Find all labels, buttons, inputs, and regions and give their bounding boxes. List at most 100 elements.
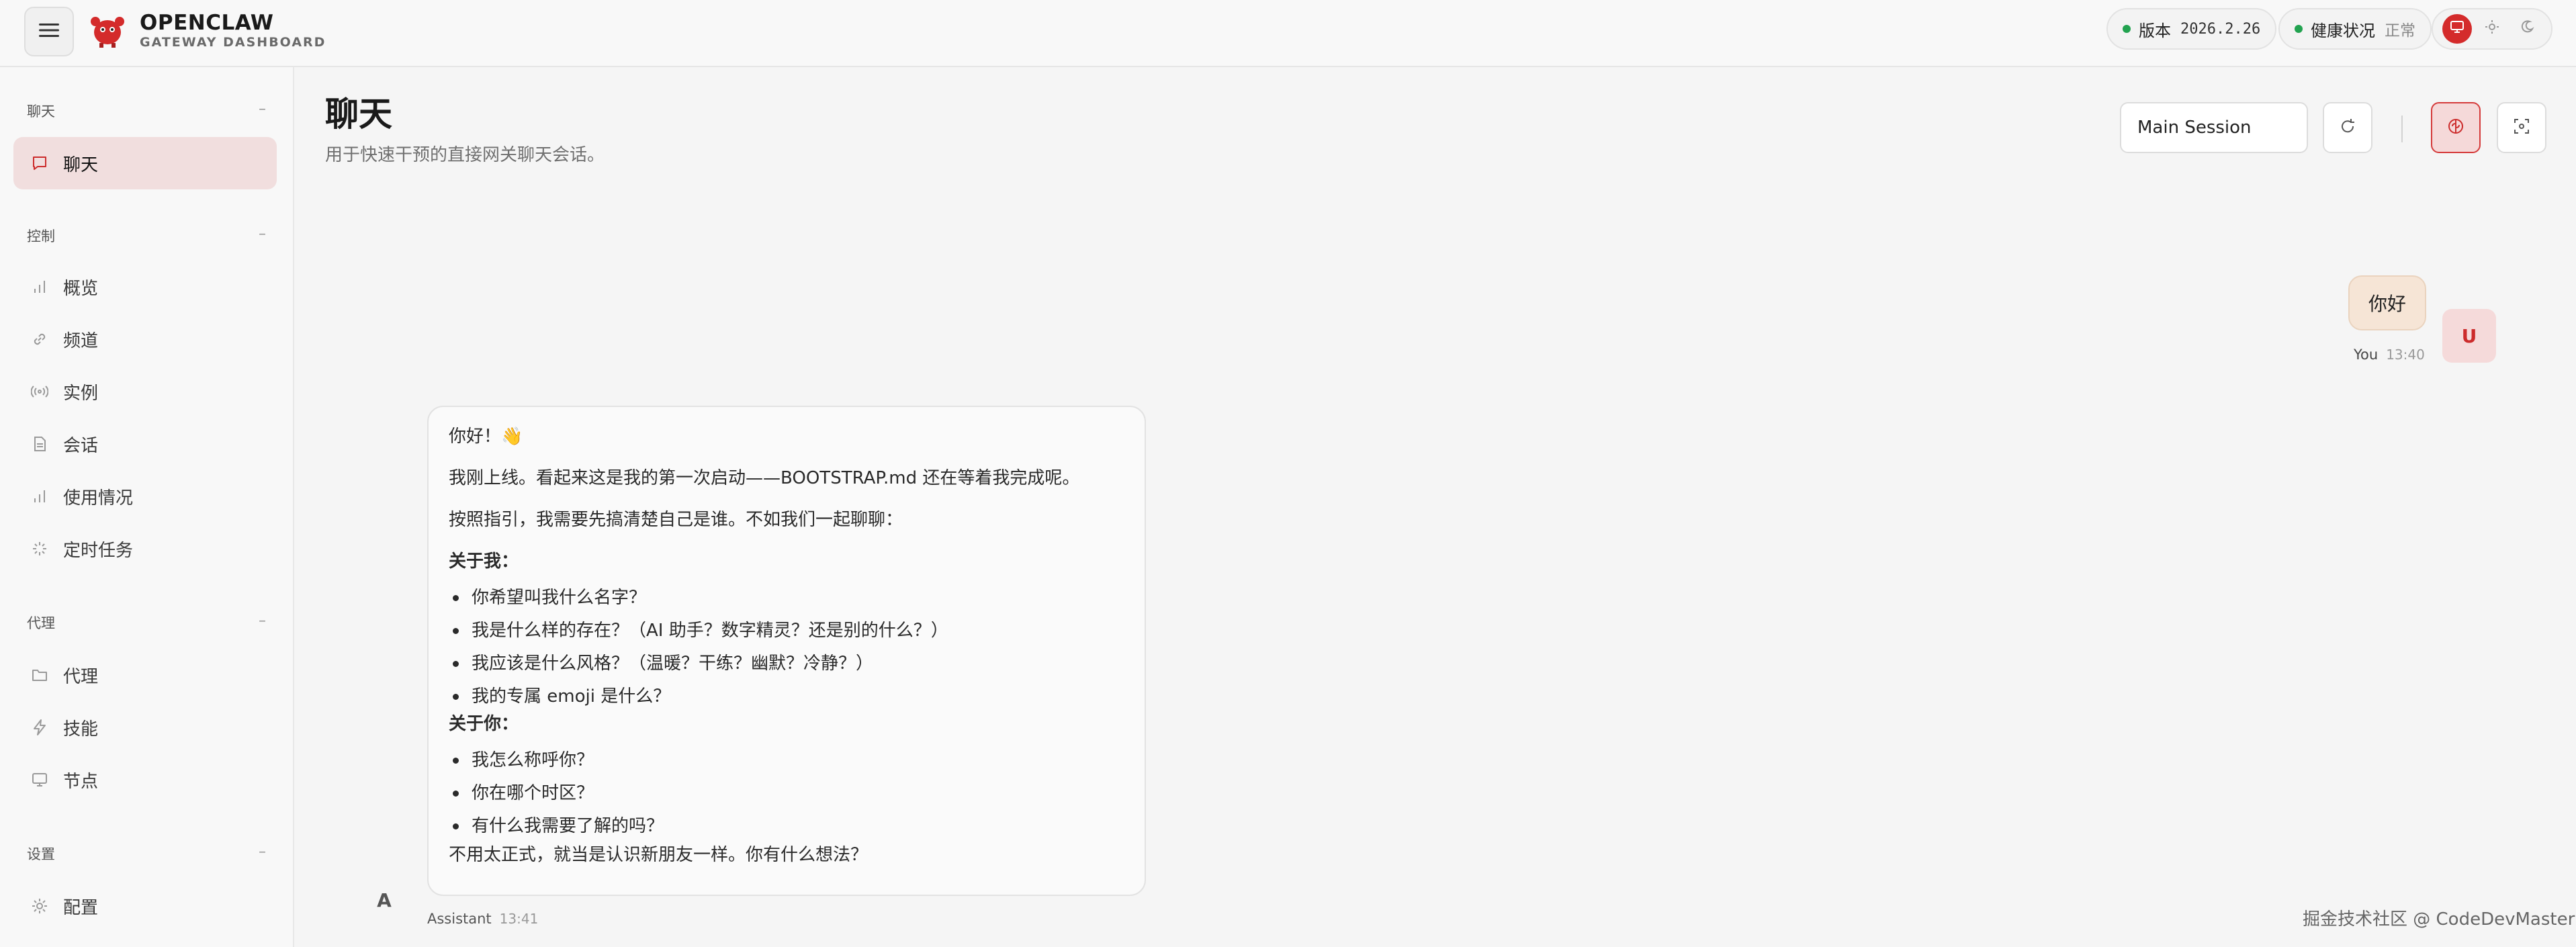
collapse-icon: – bbox=[259, 613, 266, 629]
sidebar-item-label: 会话 bbox=[63, 435, 99, 456]
document-icon bbox=[30, 434, 50, 454]
collapse-icon: – bbox=[259, 226, 266, 242]
sidebar-item-usage[interactable]: 使用情况 bbox=[13, 470, 277, 523]
gear-icon bbox=[30, 896, 50, 916]
message-heading: 关于你： bbox=[449, 714, 519, 734]
openclaw-logo bbox=[87, 9, 128, 50]
sidebar-item-instances[interactable]: 实例 bbox=[13, 365, 277, 418]
monitor-icon bbox=[30, 770, 50, 790]
version-value: 2026.2.26 bbox=[2180, 20, 2261, 38]
message-time: 13:40 bbox=[2386, 347, 2425, 363]
page-title: 聊天 bbox=[325, 95, 392, 134]
version-badge: 版本 2026.2.26 bbox=[2106, 8, 2277, 50]
sidebar-item-label: 聊天 bbox=[63, 154, 99, 175]
sun-icon bbox=[2485, 19, 2499, 38]
sender-name: You bbox=[2354, 347, 2379, 363]
sidebar-item-chat[interactable]: 聊天 bbox=[13, 137, 277, 189]
sidebar-section-settings[interactable]: 设置 – bbox=[27, 844, 266, 864]
sidebar-item-scheduled-tasks[interactable]: 定时任务 bbox=[13, 523, 277, 575]
sidebar-item-nodes[interactable]: 节点 bbox=[13, 754, 277, 806]
assistant-avatar: A bbox=[377, 889, 392, 911]
sidebar-item-label: 配置 bbox=[63, 897, 99, 918]
about-me-list: 你希望叫我什么名字？ 我是什么样的存在？（AI 助手？数字精灵？还是别的什么？）… bbox=[449, 584, 1124, 710]
health-badge: 健康状况 正常 bbox=[2278, 8, 2432, 50]
section-label: 聊天 bbox=[27, 103, 55, 120]
about-you-list: 我怎么称呼你？ 你在哪个时区？ 有什么我需要了解的吗？ bbox=[449, 747, 1124, 840]
message-time: 13:41 bbox=[499, 911, 539, 927]
sidebar-item-label: 使用情况 bbox=[63, 488, 134, 508]
loader-icon bbox=[30, 539, 50, 559]
folder-icon bbox=[30, 665, 50, 685]
section-label: 控制 bbox=[27, 228, 55, 244]
sidebar-item-label: 实例 bbox=[63, 383, 99, 404]
assistant-message-bubble: 你好！👋 我刚上线。看起来这是我的第一次启动——BOOTSTRAP.md 还在等… bbox=[427, 406, 1146, 896]
message-paragraph: 不用太正式，就当是认识新朋友一样。你有什么想法？ bbox=[449, 845, 869, 865]
user-message-bubble: 你好 bbox=[2348, 275, 2426, 330]
collapse-icon: – bbox=[259, 101, 266, 118]
sidebar: 聊天 – 聊天 控制 – 概览 频道 实例 会话 使用情况 定时任务 代理 – … bbox=[0, 67, 294, 947]
sidebar-item-channels[interactable]: 频道 bbox=[13, 313, 277, 365]
list-item: 我应该是什么风格？（温暖？干练？幽默？冷静？） bbox=[449, 650, 1124, 677]
thinking-toggle-button[interactable] bbox=[2431, 102, 2481, 153]
sidebar-section-control[interactable]: 控制 – bbox=[27, 226, 266, 246]
sidebar-item-agents[interactable]: 代理 bbox=[13, 649, 277, 701]
section-label: 代理 bbox=[27, 615, 55, 631]
theme-light-button[interactable] bbox=[2477, 14, 2507, 44]
theme-switcher bbox=[2432, 8, 2552, 50]
refresh-icon bbox=[2338, 117, 2357, 138]
section-label: 设置 bbox=[27, 846, 55, 862]
message-heading: 关于我： bbox=[449, 551, 519, 572]
status-dot-icon bbox=[2123, 25, 2131, 33]
sidebar-item-sessions[interactable]: 会话 bbox=[13, 418, 277, 470]
sidebar-item-label: 定时任务 bbox=[63, 540, 134, 561]
sidebar-item-overview[interactable]: 概览 bbox=[13, 261, 277, 313]
health-label: 健康状况 bbox=[2311, 21, 2375, 40]
message-paragraph: 按照指引，我需要先搞清楚自己是谁。不如我们一起聊聊： bbox=[449, 510, 903, 530]
watermark: 掘金技术社区 @ CodeDevMaster bbox=[2303, 909, 2575, 930]
list-item: 我的专属 emoji 是什么？ bbox=[449, 683, 1124, 710]
sidebar-item-label: 频道 bbox=[63, 330, 99, 351]
list-item: 有什么我需要了解的吗？ bbox=[449, 813, 1124, 840]
menu-toggle-button[interactable] bbox=[24, 7, 74, 56]
refresh-button[interactable] bbox=[2323, 102, 2372, 153]
list-item: 你希望叫我什么名字？ bbox=[449, 584, 1124, 611]
focus-mode-button[interactable] bbox=[2497, 102, 2546, 153]
health-value: 正常 bbox=[2385, 22, 2415, 40]
page-subtitle: 用于快速干预的直接网关聊天会话。 bbox=[325, 145, 605, 165]
toolbar-divider bbox=[2401, 116, 2403, 142]
message-paragraph: 你好！👋 bbox=[449, 426, 523, 447]
lightning-icon bbox=[30, 717, 50, 737]
chat-bubble-icon bbox=[30, 153, 50, 173]
list-item: 我是什么样的存在？（AI 助手？数字精灵？还是别的什么？） bbox=[449, 617, 1124, 644]
user-message-meta: You 13:40 bbox=[2354, 347, 2425, 363]
sidebar-item-label: 概览 bbox=[63, 278, 99, 299]
sidebar-section-chat[interactable]: 聊天 – bbox=[27, 101, 266, 121]
assistant-message-meta: Assistant 13:41 bbox=[427, 911, 538, 927]
brain-icon bbox=[2446, 116, 2466, 139]
sidebar-item-label: 代理 bbox=[63, 666, 99, 687]
moon-icon bbox=[2520, 19, 2534, 38]
sidebar-section-agents[interactable]: 代理 – bbox=[27, 613, 266, 633]
sender-name: Assistant bbox=[427, 911, 492, 927]
brand-title: OPENCLAW bbox=[140, 11, 274, 35]
theme-system-button[interactable] bbox=[2442, 14, 2472, 44]
sidebar-item-label: 节点 bbox=[63, 771, 99, 792]
focus-frame-icon bbox=[2512, 117, 2531, 138]
sidebar-item-label: 技能 bbox=[63, 719, 99, 739]
status-dot-icon bbox=[2295, 25, 2303, 33]
bar-chart-icon bbox=[30, 277, 50, 297]
session-select[interactable]: Main Session bbox=[2120, 102, 2308, 153]
hamburger-icon bbox=[39, 22, 59, 41]
radio-signal-icon bbox=[30, 381, 50, 402]
list-item: 你在哪个时区？ bbox=[449, 780, 1124, 807]
collapse-icon: – bbox=[259, 844, 266, 860]
sidebar-item-config[interactable]: 配置 bbox=[13, 880, 277, 932]
monitor-icon bbox=[2450, 19, 2464, 38]
list-item: 我怎么称呼你？ bbox=[449, 747, 1124, 774]
top-bar: OPENCLAW GATEWAY DASHBOARD 版本 2026.2.26 … bbox=[0, 0, 2576, 67]
user-avatar: U bbox=[2442, 309, 2496, 363]
link-icon bbox=[30, 329, 50, 349]
theme-dark-button[interactable] bbox=[2512, 14, 2542, 44]
message-paragraph: 我刚上线。看起来这是我的第一次启动——BOOTSTRAP.md 还在等着我完成呢… bbox=[449, 468, 1080, 488]
sidebar-item-skills[interactable]: 技能 bbox=[13, 701, 277, 754]
